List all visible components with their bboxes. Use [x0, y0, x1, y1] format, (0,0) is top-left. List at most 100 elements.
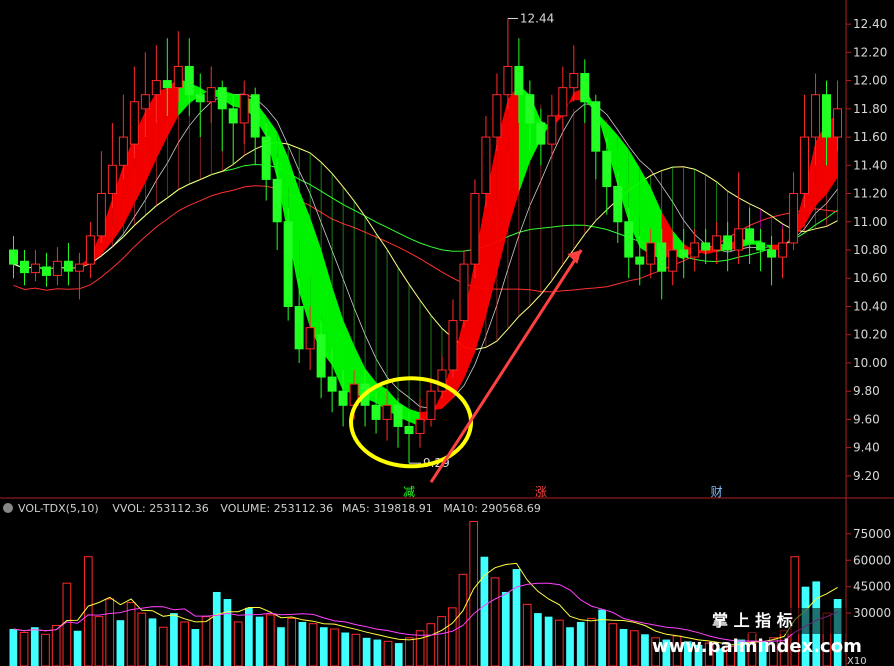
price-tick-label: 12.40	[853, 17, 887, 31]
candle-body	[690, 242, 700, 258]
volume-bar	[566, 627, 574, 666]
volume-bar	[362, 637, 371, 666]
candle-body	[822, 94, 832, 138]
volume-bar	[544, 616, 553, 666]
candle-body	[228, 108, 238, 124]
volume-bar	[341, 632, 350, 666]
price-tick-label: 11.00	[853, 215, 887, 229]
ribbon-segment	[343, 319, 355, 394]
candle	[96, 151, 106, 243]
candle-body	[811, 94, 821, 138]
volume-bar	[608, 623, 618, 666]
volume-bar	[158, 626, 168, 666]
candle-body	[173, 65, 183, 89]
volume-tick-label: 30000	[853, 606, 891, 620]
watermark-cn: 掌 上 指 标	[712, 611, 793, 630]
volume-bar	[512, 569, 521, 666]
volume-bar	[534, 613, 542, 666]
volume-bar	[576, 621, 585, 666]
candle-body	[239, 94, 249, 124]
candle-body	[327, 376, 337, 392]
candle	[85, 221, 95, 279]
candle	[800, 94, 810, 208]
candle	[558, 66, 568, 130]
candle-body	[371, 404, 381, 420]
volume-bar	[9, 628, 18, 666]
candle	[426, 377, 436, 427]
volume-header-item: VOL-TDX(5,10)	[18, 502, 99, 515]
volume-bar	[587, 617, 596, 666]
candle	[580, 59, 590, 123]
candle-body	[162, 80, 172, 89]
volume-bar	[105, 598, 115, 666]
event-marker-label: 减	[403, 485, 415, 499]
candle-body	[745, 228, 755, 244]
volume-bar	[629, 630, 639, 666]
candle-body	[118, 136, 128, 166]
price-tick-label: 11.60	[853, 130, 887, 144]
stock-chart: 12.40 12.20 12.00 11.80 11.60 11.40 11.20 11.00…	[0, 0, 894, 666]
candle	[195, 73, 205, 138]
candle	[767, 235, 777, 286]
candle-body	[580, 73, 590, 103]
candle-body	[195, 94, 205, 103]
candle-body	[536, 122, 546, 145]
candle-body	[151, 80, 161, 96]
price-tick-label: 11.80	[853, 102, 887, 116]
candle-body	[206, 87, 216, 103]
candle-body	[250, 94, 260, 138]
candle	[19, 250, 29, 286]
volume-bar	[351, 633, 361, 666]
volume-bar	[245, 607, 253, 666]
price-tick-label: 9.60	[853, 412, 880, 426]
volume-bar	[287, 617, 297, 666]
high-price-label: 12.44	[520, 11, 554, 25]
volume-bar	[233, 621, 243, 666]
candle	[778, 228, 788, 279]
candle	[591, 94, 601, 180]
volume-bar	[265, 614, 275, 666]
volume-bar	[405, 637, 414, 666]
candle-body	[591, 101, 601, 152]
volume-bar	[94, 616, 104, 666]
candle-body	[217, 87, 227, 110]
candle-body	[9, 249, 18, 265]
candle-body	[140, 94, 150, 110]
volume-bar	[598, 609, 606, 666]
volume-header-item: MA10: 290568.69	[443, 502, 541, 515]
candle-body	[668, 249, 678, 272]
ribbon-segment	[507, 85, 519, 230]
volume-bar	[373, 639, 382, 666]
volume-header-item: VOLUME: 253112.36	[220, 502, 333, 515]
candle-body	[316, 334, 326, 378]
candle	[52, 247, 62, 286]
price-tick-label: 9.20	[853, 469, 880, 483]
candle-body	[294, 305, 304, 350]
candle-body	[74, 263, 84, 272]
volume-bar	[501, 591, 510, 666]
volume-tick-label: 75000	[853, 527, 891, 541]
price-tick-label: 12.00	[853, 74, 887, 88]
candle-body	[129, 101, 139, 145]
volume-bar	[51, 624, 61, 666]
candle	[448, 299, 458, 378]
volume-bar	[415, 630, 425, 666]
volume-bar	[137, 612, 147, 666]
volume-bar	[277, 627, 285, 666]
candle	[63, 242, 73, 286]
candle	[41, 252, 51, 287]
candle-body	[624, 221, 634, 258]
candle	[734, 172, 744, 265]
candle-body	[184, 65, 194, 96]
volume-bar	[458, 573, 468, 666]
volume-bar	[73, 630, 82, 666]
event-marker-label: 涨	[535, 484, 547, 499]
volume-bar	[641, 634, 649, 666]
candle-body	[96, 193, 106, 237]
volume-bar	[148, 618, 157, 666]
volume-bar	[191, 628, 200, 666]
candle-body	[404, 425, 414, 435]
volume-bar	[554, 619, 564, 666]
candle-body	[558, 87, 568, 117]
volume-bar	[30, 627, 39, 666]
